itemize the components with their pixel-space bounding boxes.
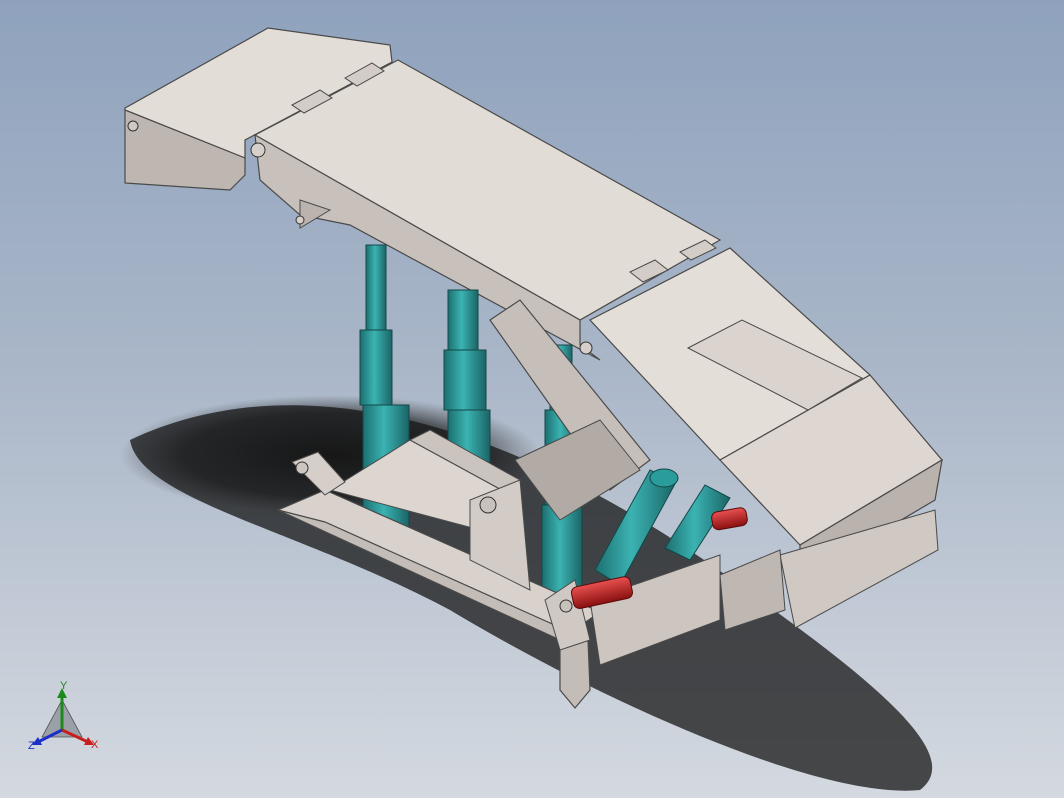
hydraulic-support-model[interactable] <box>0 0 1064 798</box>
coordinate-triad: Y X Z <box>22 680 112 762</box>
cad-viewport[interactable]: Y X Z <box>0 0 1064 798</box>
axis-z-label: Z <box>28 740 35 752</box>
triad-axes-icon <box>32 688 94 745</box>
axis-x-label: X <box>91 739 99 751</box>
axis-y-label: Y <box>60 680 68 692</box>
